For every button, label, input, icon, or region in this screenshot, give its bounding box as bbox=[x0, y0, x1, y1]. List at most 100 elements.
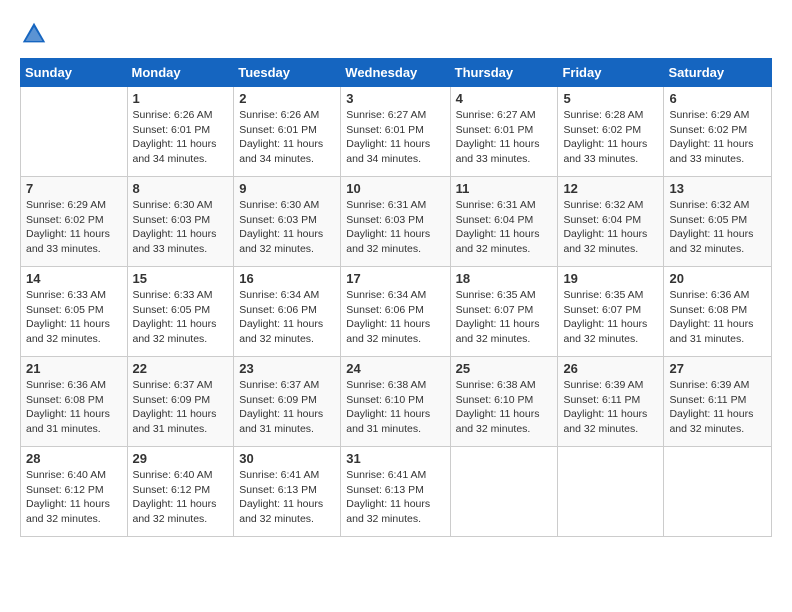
day-number: 19 bbox=[563, 271, 658, 286]
day-number: 23 bbox=[239, 361, 335, 376]
calendar-body: 1 Sunrise: 6:26 AMSunset: 6:01 PMDaylight… bbox=[21, 87, 772, 537]
calendar-cell: 27 Sunrise: 6:39 AMSunset: 6:11 PMDayligh… bbox=[664, 357, 772, 447]
day-number: 26 bbox=[563, 361, 658, 376]
day-number: 7 bbox=[26, 181, 122, 196]
day-of-week-header: Saturday bbox=[664, 59, 772, 87]
day-of-week-header: Tuesday bbox=[234, 59, 341, 87]
calendar-cell bbox=[664, 447, 772, 537]
calendar-cell: 14 Sunrise: 6:33 AMSunset: 6:05 PMDayligh… bbox=[21, 267, 128, 357]
day-number: 24 bbox=[346, 361, 444, 376]
calendar-cell: 9 Sunrise: 6:30 AMSunset: 6:03 PMDaylight… bbox=[234, 177, 341, 267]
day-number: 29 bbox=[133, 451, 229, 466]
day-info: Sunrise: 6:40 AMSunset: 6:12 PMDaylight:… bbox=[26, 468, 122, 527]
calendar-week-row: 7 Sunrise: 6:29 AMSunset: 6:02 PMDaylight… bbox=[21, 177, 772, 267]
calendar-cell: 2 Sunrise: 6:26 AMSunset: 6:01 PMDaylight… bbox=[234, 87, 341, 177]
calendar-cell: 19 Sunrise: 6:35 AMSunset: 6:07 PMDayligh… bbox=[558, 267, 664, 357]
calendar-cell bbox=[558, 447, 664, 537]
calendar-cell: 11 Sunrise: 6:31 AMSunset: 6:04 PMDayligh… bbox=[450, 177, 558, 267]
day-number: 30 bbox=[239, 451, 335, 466]
calendar-cell: 10 Sunrise: 6:31 AMSunset: 6:03 PMDayligh… bbox=[341, 177, 450, 267]
calendar-cell: 28 Sunrise: 6:40 AMSunset: 6:12 PMDayligh… bbox=[21, 447, 128, 537]
day-info: Sunrise: 6:29 AMSunset: 6:02 PMDaylight:… bbox=[26, 198, 122, 257]
day-number: 31 bbox=[346, 451, 444, 466]
calendar-cell: 7 Sunrise: 6:29 AMSunset: 6:02 PMDaylight… bbox=[21, 177, 128, 267]
day-info: Sunrise: 6:27 AMSunset: 6:01 PMDaylight:… bbox=[346, 108, 444, 167]
day-info: Sunrise: 6:36 AMSunset: 6:08 PMDaylight:… bbox=[26, 378, 122, 437]
day-info: Sunrise: 6:27 AMSunset: 6:01 PMDaylight:… bbox=[456, 108, 553, 167]
day-number: 1 bbox=[133, 91, 229, 106]
day-info: Sunrise: 6:41 AMSunset: 6:13 PMDaylight:… bbox=[346, 468, 444, 527]
day-number: 28 bbox=[26, 451, 122, 466]
calendar-cell: 18 Sunrise: 6:35 AMSunset: 6:07 PMDayligh… bbox=[450, 267, 558, 357]
day-info: Sunrise: 6:29 AMSunset: 6:02 PMDaylight:… bbox=[669, 108, 766, 167]
day-number: 20 bbox=[669, 271, 766, 286]
day-info: Sunrise: 6:26 AMSunset: 6:01 PMDaylight:… bbox=[239, 108, 335, 167]
day-info: Sunrise: 6:41 AMSunset: 6:13 PMDaylight:… bbox=[239, 468, 335, 527]
calendar-cell: 1Sunrise: 6:26 AMSunset: 6:01 PMDaylight… bbox=[127, 87, 234, 177]
day-number: 21 bbox=[26, 361, 122, 376]
calendar-week-row: 28 Sunrise: 6:40 AMSunset: 6:12 PMDayligh… bbox=[21, 447, 772, 537]
calendar-cell: 22Sunrise: 6:37 AMSunset: 6:09 PMDayligh… bbox=[127, 357, 234, 447]
day-number: 18 bbox=[456, 271, 553, 286]
days-of-week-row: SundayMondayTuesdayWednesdayThursdayFrid… bbox=[21, 59, 772, 87]
day-number: 6 bbox=[669, 91, 766, 106]
day-info: Sunrise: 6:34 AMSunset: 6:06 PMDaylight:… bbox=[346, 288, 444, 347]
calendar-cell: 26Sunrise: 6:39 AMSunset: 6:11 PMDayligh… bbox=[558, 357, 664, 447]
day-info: Sunrise: 6:33 AMSunset: 6:05 PMDaylight:… bbox=[26, 288, 122, 347]
day-info: Sunrise: 6:31 AMSunset: 6:03 PMDaylight:… bbox=[346, 198, 444, 257]
day-number: 12 bbox=[563, 181, 658, 196]
calendar-cell: 30 Sunrise: 6:41 AMSunset: 6:13 PMDayligh… bbox=[234, 447, 341, 537]
logo-icon bbox=[20, 20, 48, 48]
day-of-week-header: Wednesday bbox=[341, 59, 450, 87]
day-info: Sunrise: 6:36 AMSunset: 6:08 PMDaylight:… bbox=[669, 288, 766, 347]
day-number: 14 bbox=[26, 271, 122, 286]
day-info: Sunrise: 6:28 AMSunset: 6:02 PMDaylight:… bbox=[563, 108, 658, 167]
calendar-cell: 16Sunrise: 6:34 AMSunset: 6:06 PMDayligh… bbox=[234, 267, 341, 357]
day-number: 27 bbox=[669, 361, 766, 376]
day-number: 2 bbox=[239, 91, 335, 106]
day-of-week-header: Monday bbox=[127, 59, 234, 87]
day-number: 10 bbox=[346, 181, 444, 196]
day-info: Sunrise: 6:35 AMSunset: 6:07 PMDaylight:… bbox=[456, 288, 553, 347]
day-info: Sunrise: 6:37 AMSunset: 6:09 PMDaylight:… bbox=[239, 378, 335, 437]
page-header bbox=[20, 20, 772, 48]
day-number: 3 bbox=[346, 91, 444, 106]
day-number: 15 bbox=[133, 271, 229, 286]
day-number: 8 bbox=[133, 181, 229, 196]
calendar-table: SundayMondayTuesdayWednesdayThursdayFrid… bbox=[20, 58, 772, 537]
day-info: Sunrise: 6:31 AMSunset: 6:04 PMDaylight:… bbox=[456, 198, 553, 257]
day-info: Sunrise: 6:39 AMSunset: 6:11 PMDaylight:… bbox=[669, 378, 766, 437]
day-info: Sunrise: 6:33 AMSunset: 6:05 PMDaylight:… bbox=[133, 288, 229, 347]
calendar-cell: 15 Sunrise: 6:33 AMSunset: 6:05 PMDayligh… bbox=[127, 267, 234, 357]
day-info: Sunrise: 6:40 AMSunset: 6:12 PMDaylight:… bbox=[133, 468, 229, 527]
calendar-cell bbox=[450, 447, 558, 537]
logo bbox=[20, 20, 52, 48]
calendar-cell: 5 Sunrise: 6:28 AMSunset: 6:02 PMDaylight… bbox=[558, 87, 664, 177]
calendar-cell: 3 Sunrise: 6:27 AMSunset: 6:01 PMDaylight… bbox=[341, 87, 450, 177]
day-number: 5 bbox=[563, 91, 658, 106]
calendar-cell: 17Sunrise: 6:34 AMSunset: 6:06 PMDayligh… bbox=[341, 267, 450, 357]
calendar-week-row: 1 Sunrise: 6:26 AMSunset: 6:01 PMDaylight… bbox=[21, 87, 772, 177]
day-number: 9 bbox=[239, 181, 335, 196]
calendar-cell: 13Sunrise: 6:32 AMSunset: 6:05 PMDayligh… bbox=[664, 177, 772, 267]
calendar-cell: 29 Sunrise: 6:40 AMSunset: 6:12 PMDayligh… bbox=[127, 447, 234, 537]
day-info: Sunrise: 6:38 AMSunset: 6:10 PMDaylight:… bbox=[456, 378, 553, 437]
calendar-cell: 31 Sunrise: 6:41 AMSunset: 6:13 PMDayligh… bbox=[341, 447, 450, 537]
day-number: 16 bbox=[239, 271, 335, 286]
day-number: 11 bbox=[456, 181, 553, 196]
calendar-cell: 8Sunrise: 6:30 AMSunset: 6:03 PMDaylight… bbox=[127, 177, 234, 267]
day-info: Sunrise: 6:32 AMSunset: 6:05 PMDaylight:… bbox=[669, 198, 766, 257]
calendar-cell: 6 Sunrise: 6:29 AMSunset: 6:02 PMDaylight… bbox=[664, 87, 772, 177]
day-of-week-header: Friday bbox=[558, 59, 664, 87]
calendar-cell: 20 Sunrise: 6:36 AMSunset: 6:08 PMDayligh… bbox=[664, 267, 772, 357]
day-info: Sunrise: 6:35 AMSunset: 6:07 PMDaylight:… bbox=[563, 288, 658, 347]
calendar-cell: 4Sunrise: 6:27 AMSunset: 6:01 PMDaylight… bbox=[450, 87, 558, 177]
day-info: Sunrise: 6:32 AMSunset: 6:04 PMDaylight:… bbox=[563, 198, 658, 257]
day-number: 22 bbox=[133, 361, 229, 376]
calendar-week-row: 14 Sunrise: 6:33 AMSunset: 6:05 PMDayligh… bbox=[21, 267, 772, 357]
day-info: Sunrise: 6:30 AMSunset: 6:03 PMDaylight:… bbox=[239, 198, 335, 257]
calendar-cell: 23 Sunrise: 6:37 AMSunset: 6:09 PMDayligh… bbox=[234, 357, 341, 447]
calendar-cell: 24Sunrise: 6:38 AMSunset: 6:10 PMDayligh… bbox=[341, 357, 450, 447]
calendar-week-row: 21 Sunrise: 6:36 AMSunset: 6:08 PMDayligh… bbox=[21, 357, 772, 447]
day-of-week-header: Sunday bbox=[21, 59, 128, 87]
